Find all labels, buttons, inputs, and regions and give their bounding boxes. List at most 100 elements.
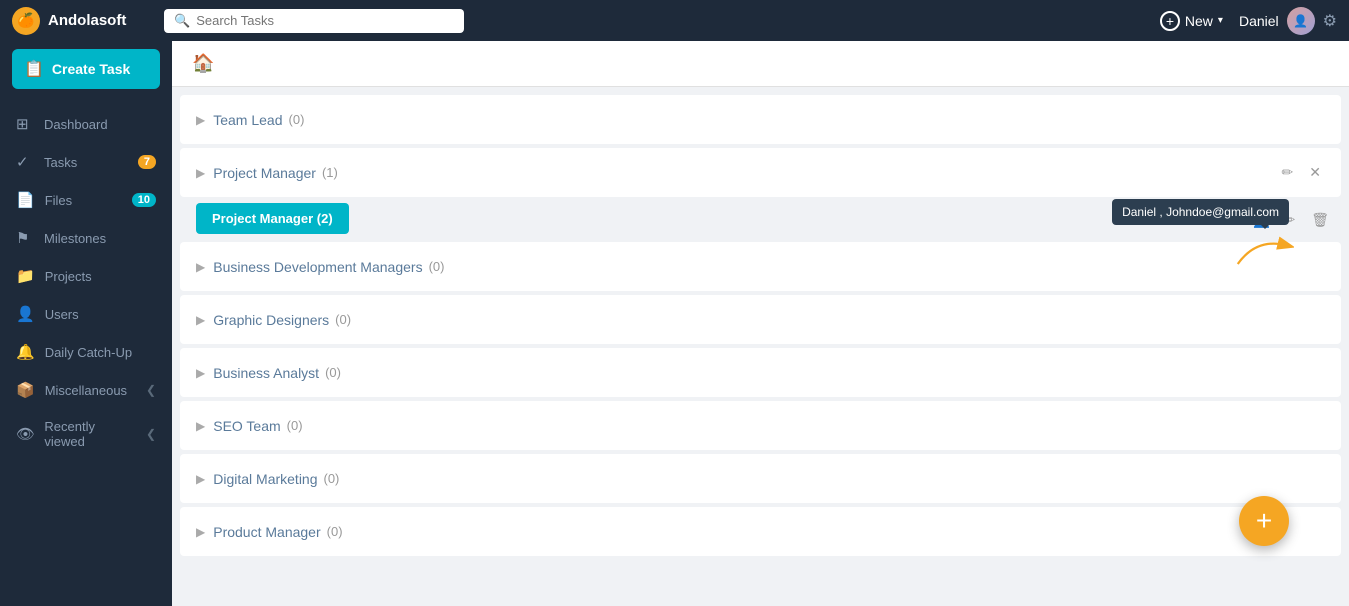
chevron-right-icon: ❮: [146, 427, 156, 441]
users-icon: 👤: [16, 305, 35, 323]
delete-button[interactable]: ✕: [1305, 468, 1325, 489]
group-name: Team Lead: [213, 112, 282, 128]
group-count: (0): [324, 471, 340, 486]
projects-icon: 📁: [16, 267, 35, 285]
group-row: ▶ Business Development Managers (0) ✏ ✕: [180, 242, 1341, 291]
group-row: ▶ Graphic Designers (0) ✏ ✕: [180, 295, 1341, 344]
new-button[interactable]: + New ▾: [1160, 11, 1223, 31]
tasks-icon: ✓: [16, 153, 34, 171]
chevron-expand-icon[interactable]: ▶: [196, 166, 205, 180]
main-layout: 📋 Create Task ⊞ Dashboard ✓ Tasks 7 📄 Fi…: [0, 41, 1349, 606]
search-input[interactable]: [196, 13, 454, 28]
row-actions: ✏ ✕: [1278, 162, 1325, 183]
user-name: Daniel: [1239, 13, 1279, 29]
files-badge: 10: [132, 193, 156, 207]
chevron-expand-icon[interactable]: ▶: [196, 472, 205, 486]
home-icon[interactable]: 🏠: [192, 53, 214, 74]
dashboard-icon: ⊞: [16, 115, 34, 133]
sidebar-item-projects[interactable]: 📁 Projects: [0, 257, 172, 295]
daily-catch-up-icon: 🔔: [16, 343, 35, 361]
group-name: Project Manager: [213, 165, 316, 181]
content-header: 🏠: [172, 41, 1349, 87]
delete-button[interactable]: 🗑: [1307, 209, 1333, 230]
project-manager-row-wrapper: ▶ Project Manager (1) ✏ ✕: [172, 148, 1349, 197]
group-count: (0): [289, 112, 305, 127]
chevron-expand-icon[interactable]: ▶: [196, 113, 205, 127]
fab-button[interactable]: +: [1239, 496, 1289, 546]
tooltip-text: Daniel , Johndoe@gmail.com: [1122, 205, 1279, 219]
sidebar-item-label: Miscellaneous: [45, 383, 127, 398]
group-name: SEO Team: [213, 418, 280, 434]
group-count: (1): [322, 165, 338, 180]
delete-button[interactable]: ✕: [1305, 309, 1325, 330]
delete-button[interactable]: ✕: [1305, 415, 1325, 436]
tasks-badge: 7: [138, 155, 156, 169]
sidebar-item-daily-catch-up[interactable]: 🔔 Daily Catch-Up: [0, 333, 172, 371]
gear-icon[interactable]: ⚙: [1323, 11, 1337, 31]
logo-icon: 🍊: [12, 7, 40, 35]
group-count: (0): [327, 524, 343, 539]
sidebar-item-label: Users: [45, 307, 79, 322]
group-count: (0): [325, 365, 341, 380]
app-logo: 🍊 Andolasoft: [12, 7, 152, 35]
group-name: Digital Marketing: [213, 471, 317, 487]
sidebar-item-files[interactable]: 📄 Files 10: [0, 181, 172, 219]
sidebar-item-tasks[interactable]: ✓ Tasks 7: [0, 143, 172, 181]
sidebar-item-label: Dashboard: [44, 117, 108, 132]
search-icon: 🔍: [174, 13, 190, 29]
group-name: Graphic Designers: [213, 312, 329, 328]
edit-button[interactable]: ✏: [1278, 309, 1298, 330]
delete-button[interactable]: ✕: [1305, 521, 1325, 542]
sidebar-item-label: Files: [45, 193, 72, 208]
edit-button[interactable]: ✏: [1278, 109, 1298, 130]
topnav: 🍊 Andolasoft 🔍 + New ▾ Daniel 👤 ⚙: [0, 0, 1349, 41]
sidebar-item-label: Tasks: [44, 155, 77, 170]
delete-button[interactable]: ✕: [1305, 362, 1325, 383]
sidebar-item-label: Recently viewed: [44, 419, 136, 449]
chevron-expand-icon[interactable]: ▶: [196, 525, 205, 539]
sidebar-item-label: Milestones: [44, 231, 106, 246]
chevron-expand-icon[interactable]: ▶: [196, 260, 205, 274]
content-area: 🏠 ▶ Team Lead (0) ✏ ✕ ▶ Project Manager …: [172, 41, 1349, 606]
sidebar-item-recently-viewed[interactable]: 👁 Recently viewed ❮: [0, 409, 172, 459]
sidebar-item-milestones[interactable]: ⚑ Milestones: [0, 219, 172, 257]
chevron-expand-icon[interactable]: ▶: [196, 313, 205, 327]
chevron-expand-icon[interactable]: ▶: [196, 419, 205, 433]
sidebar-item-miscellaneous[interactable]: 📦 Miscellaneous ❮: [0, 371, 172, 409]
assigned-button[interactable]: Project Manager (2): [196, 203, 349, 234]
sidebar: 📋 Create Task ⊞ Dashboard ✓ Tasks 7 📄 Fi…: [0, 41, 172, 606]
group-row: ▶ Business Analyst (0) ✏ ✕: [180, 348, 1341, 397]
create-task-label: Create Task: [52, 61, 130, 77]
miscellaneous-icon: 📦: [16, 381, 35, 399]
edit-button[interactable]: ✏: [1278, 362, 1298, 383]
sidebar-item-dashboard[interactable]: ⊞ Dashboard: [0, 105, 172, 143]
edit-button[interactable]: ✏: [1278, 415, 1298, 436]
delete-button[interactable]: ✕: [1305, 109, 1325, 130]
topnav-right: + New ▾ Daniel 👤 ⚙: [1160, 7, 1337, 35]
group-name: Business Analyst: [213, 365, 319, 381]
plus-circle-icon: +: [1160, 11, 1180, 31]
assigned-row-container: Project Manager (2) Daniel , Johndoe@gma…: [172, 201, 1349, 238]
search-box[interactable]: 🔍: [164, 9, 464, 33]
group-name: Business Development Managers: [213, 259, 422, 275]
create-task-button[interactable]: 📋 Create Task: [12, 49, 160, 89]
group-name: Product Manager: [213, 524, 320, 540]
sidebar-item-label: Projects: [45, 269, 92, 284]
edit-button[interactable]: ✏: [1278, 468, 1298, 489]
sidebar-item-users[interactable]: 👤 Users: [0, 295, 172, 333]
group-row: ▶ SEO Team (0) ✏ ✕: [180, 401, 1341, 450]
chevron-expand-icon[interactable]: ▶: [196, 366, 205, 380]
delete-button[interactable]: ✕: [1305, 256, 1325, 277]
chevron-down-icon: ▾: [1218, 15, 1223, 26]
group-row: ▶ Project Manager (1) ✏ ✕: [180, 148, 1341, 197]
task-icon: 📋: [24, 59, 44, 79]
delete-button[interactable]: ✕: [1305, 162, 1325, 183]
sidebar-item-label: Daily Catch-Up: [45, 345, 132, 360]
group-row: ▶ Team Lead (0) ✏ ✕: [180, 95, 1341, 144]
edit-button[interactable]: ✏: [1278, 162, 1298, 183]
group-count: (0): [429, 259, 445, 274]
chevron-right-icon: ❮: [146, 383, 156, 397]
app-name: Andolasoft: [48, 12, 126, 29]
group-count: (0): [335, 312, 351, 327]
user-area: Daniel 👤 ⚙: [1239, 7, 1337, 35]
